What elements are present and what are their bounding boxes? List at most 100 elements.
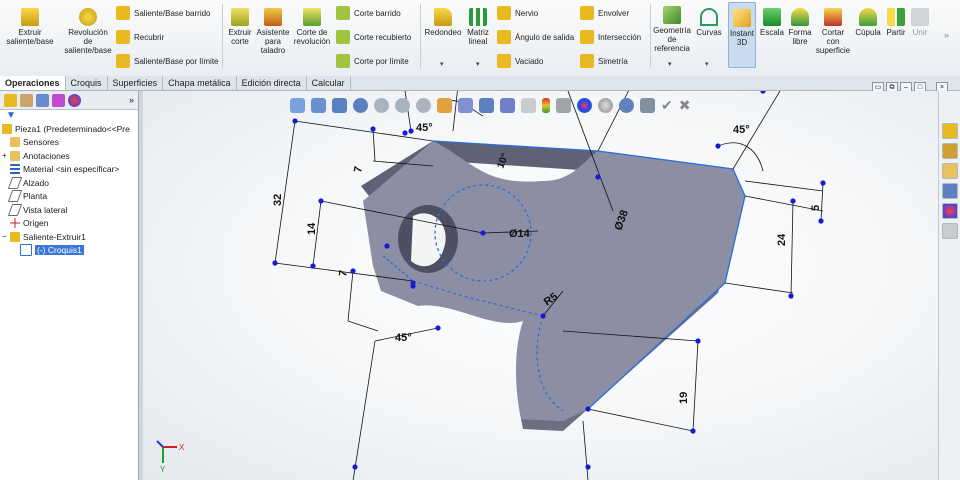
sketch-point[interactable] <box>272 260 278 266</box>
sketch-point[interactable] <box>695 338 701 344</box>
lofted-cut-button[interactable]: Corte recubierto <box>336 28 411 46</box>
sketch-point[interactable] <box>310 263 316 269</box>
intersect-button[interactable]: Intersección <box>580 28 641 46</box>
sketch-point[interactable] <box>790 198 796 204</box>
scene-icon[interactable] <box>598 97 613 113</box>
sketch-point[interactable] <box>435 325 441 331</box>
tab-superficies[interactable]: Superficies <box>108 76 164 90</box>
tab-edicion-directa[interactable]: Edición directa <box>237 76 307 90</box>
confirm-icon[interactable]: ✔ <box>661 97 673 114</box>
dim-45-bottom[interactable]: 45° <box>395 332 412 344</box>
sketch-point[interactable] <box>318 198 324 204</box>
tree-item-origen[interactable]: Origen <box>0 217 138 231</box>
scale-button[interactable]: Escala <box>759 8 785 37</box>
sketch-point[interactable] <box>820 180 826 186</box>
appearances-scenes-icon[interactable] <box>942 203 958 219</box>
tree-item-sensores[interactable]: Sensores <box>0 136 138 150</box>
sketch-point[interactable] <box>408 128 414 134</box>
tab-croquis[interactable]: Croquis <box>66 76 108 90</box>
tab-calcular[interactable]: Calcular <box>307 76 351 90</box>
zoom-area-icon[interactable] <box>374 97 389 113</box>
shell-button[interactable]: Vaciado <box>497 52 543 70</box>
hide-show-items-icon[interactable] <box>500 97 515 113</box>
dim-19[interactable]: 19 <box>678 392 690 404</box>
panel-expand-icon[interactable]: » <box>129 95 134 105</box>
wrap-button[interactable]: Envolver <box>580 4 629 22</box>
sketch-point[interactable] <box>690 428 696 434</box>
dim-5[interactable]: 5 <box>810 205 822 211</box>
revolve-boss-button[interactable]: Revolución de saliente/base <box>62 8 114 55</box>
sketch-point[interactable] <box>715 143 721 149</box>
edit-appearance-icon[interactable] <box>521 97 536 113</box>
swept-boss-button[interactable]: Saliente/Base barrido <box>116 4 211 22</box>
sketch-point[interactable] <box>292 118 298 124</box>
reference-geometry-dropdown-icon[interactable]: ▾ <box>668 60 672 68</box>
draft-button[interactable]: Ángulo de salida <box>497 28 574 46</box>
dim-32[interactable]: 32 <box>272 194 284 206</box>
graphics-viewport[interactable]: 14 45° 10° 45° 32 7 14 7 Ø14 Ø38 R5 45° … <box>143 91 938 480</box>
previous-view-icon[interactable] <box>416 97 431 113</box>
custom-properties-icon[interactable] <box>942 223 958 239</box>
tree-item-croquis1[interactable]: (-) Croquis1 <box>0 244 138 258</box>
filter-icon[interactable]: ▼ <box>0 110 138 122</box>
freeform-button[interactable]: Forma libre <box>787 8 813 46</box>
hole-wizard-button[interactable]: Asistente para taladro <box>256 8 290 55</box>
tree-part[interactable]: Pieza1 (Predeterminado<<Pre <box>0 122 138 136</box>
view-orientation-icon[interactable] <box>458 97 473 113</box>
feature-manager-icon[interactable] <box>4 93 17 107</box>
section-view-icon[interactable] <box>437 97 452 113</box>
combine-button[interactable]: Unir <box>909 8 931 37</box>
dimxpert-icon[interactable] <box>52 93 65 107</box>
display-manager-icon[interactable] <box>68 93 81 107</box>
sketch-point[interactable] <box>350 268 356 274</box>
instant3d-button[interactable]: Instant 3D <box>728 2 756 68</box>
revolve-cut-button[interactable]: Corte de revolución <box>292 8 332 46</box>
design-library-icon[interactable] <box>942 143 958 159</box>
boundary-cut-button[interactable]: Corte por límite <box>336 52 409 70</box>
sketch-point[interactable] <box>585 464 591 470</box>
dim-24[interactable]: 24 <box>776 233 788 246</box>
pattern-dropdown-icon[interactable]: ▾ <box>476 60 480 68</box>
dim-14-left[interactable]: 14 <box>306 222 318 235</box>
loft-button[interactable]: Recubrir <box>116 28 164 46</box>
tab-operaciones[interactable]: Operaciones <box>0 76 66 90</box>
sketch-point[interactable] <box>402 130 408 136</box>
sketch-point[interactable] <box>370 126 376 132</box>
zoom-to-fit-icon[interactable] <box>290 97 305 113</box>
dim-45-top[interactable]: 45° <box>416 122 433 134</box>
display-style-icon[interactable] <box>479 97 494 113</box>
expand-icon[interactable]: + <box>2 151 10 160</box>
reference-geometry-button[interactable]: Geometría de referencia <box>653 6 691 53</box>
extrude-boss-button[interactable]: Extruir saliente/base <box>4 8 56 46</box>
zoom-in-out-icon[interactable] <box>395 97 410 113</box>
part-body[interactable] <box>361 141 745 431</box>
tree-item-material[interactable]: Material <sin especificar> <box>0 163 138 177</box>
sketch-point[interactable] <box>760 91 766 94</box>
sketch-point[interactable] <box>384 243 390 249</box>
dim-14-top[interactable]: 14 <box>433 91 447 92</box>
sketch-point[interactable] <box>540 313 546 319</box>
pan-icon[interactable] <box>311 97 326 113</box>
view-palette-icon[interactable] <box>942 183 958 199</box>
property-manager-icon[interactable] <box>20 93 33 107</box>
curves-button[interactable]: Curvas <box>694 8 724 37</box>
swept-cut-button[interactable]: Corte barrido <box>336 4 401 22</box>
linear-pattern-button[interactable]: Matriz lineal <box>464 8 492 46</box>
redraw-icon[interactable] <box>353 97 368 113</box>
tree-item-saliente-extruir1[interactable]: − Saliente-Extruir1 <box>0 230 138 244</box>
sketch-point[interactable] <box>480 230 486 236</box>
surface-cut-button[interactable]: Cortar con superficie <box>815 8 851 55</box>
sketch-point[interactable] <box>818 218 824 224</box>
rib-button[interactable]: Nervio <box>497 4 538 22</box>
fillet-dropdown-icon[interactable]: ▾ <box>440 60 444 68</box>
tab-chapa-metalica[interactable]: Chapa metálica <box>163 76 237 90</box>
view-settings-icon[interactable] <box>640 97 655 113</box>
mirror-button[interactable]: Simetría <box>580 52 628 70</box>
sketch-point[interactable] <box>788 293 794 299</box>
ribbon-expand-icon[interactable]: » <box>944 30 949 40</box>
file-explorer-icon[interactable] <box>942 163 958 179</box>
extrude-cut-button[interactable]: Extruir corte <box>226 8 254 46</box>
cancel-icon[interactable]: ✖ <box>679 97 691 114</box>
display-pane-icon[interactable] <box>556 97 571 113</box>
curves-dropdown-icon[interactable]: ▾ <box>705 60 709 68</box>
